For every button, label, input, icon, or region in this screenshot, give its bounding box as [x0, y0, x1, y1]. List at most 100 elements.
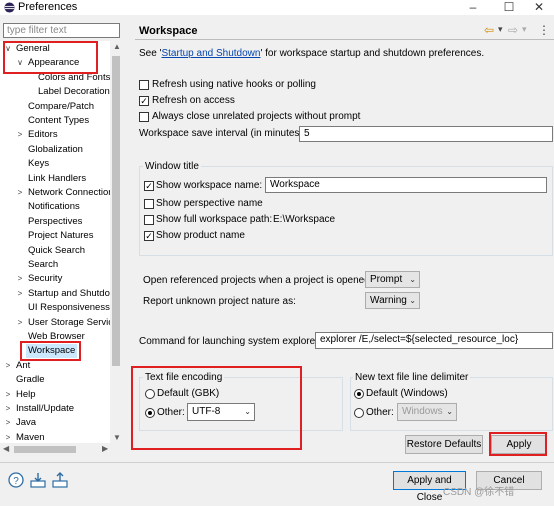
tree-item-label: Colors and Fonts	[38, 71, 111, 83]
show-path-checkbox[interactable]	[144, 215, 154, 225]
filter-input[interactable]: type filter text	[3, 23, 120, 38]
chevron-right-icon[interactable]: >	[16, 186, 24, 200]
delimiter-other-select[interactable]: Windows ⌄	[397, 403, 457, 421]
tree-item-label: Maven	[16, 431, 45, 443]
tree-item[interactable]: > User Storage Service	[0, 316, 122, 330]
tree-item[interactable]: Gradle	[0, 373, 122, 387]
show-path-label: Show full workspace path:	[156, 214, 273, 225]
refresh-hooks-checkbox[interactable]	[139, 80, 149, 90]
explorer-command-label: Command for launching system explorer:	[139, 336, 322, 347]
save-interval-input[interactable]: 5	[299, 126, 553, 142]
import-icon[interactable]	[30, 472, 46, 488]
chevron-right-icon[interactable]: >	[4, 359, 12, 373]
tree-item-label: Label Decorations	[38, 86, 115, 98]
back-menu-icon[interactable]: ▾	[498, 24, 503, 35]
save-interval-label: Workspace save interval (in minutes):	[139, 128, 306, 139]
tree-item[interactable]: Colors and Fonts	[0, 71, 122, 85]
apply-button[interactable]: Apply	[491, 435, 547, 454]
tree-item[interactable]: > Security	[0, 272, 122, 286]
chevron-down-icon[interactable]: ∨	[4, 42, 12, 56]
scroll-right-icon[interactable]: ▶	[102, 444, 108, 453]
workspace-name-input[interactable]: Workspace	[265, 177, 547, 193]
explorer-command-input[interactable]: explorer /E,/select=${selected_resource_…	[315, 332, 553, 349]
tree-hscroll-thumb[interactable]	[14, 446, 76, 453]
delimiter-default-label: Default (Windows)	[366, 388, 448, 399]
startup-shutdown-link[interactable]: Startup and Shutdown	[161, 48, 260, 59]
window-title: Preferences	[18, 1, 78, 13]
chevron-right-icon[interactable]: >	[4, 388, 12, 402]
chevron-right-icon[interactable]: >	[16, 316, 24, 330]
scroll-left-icon[interactable]: ◀	[3, 444, 9, 453]
tree-item[interactable]: ∨ General	[0, 42, 122, 56]
chevron-down-icon: ⌄	[446, 407, 453, 416]
tree-item-label: Startup and Shutdown	[28, 287, 122, 299]
minimize-button[interactable]: –	[458, 0, 488, 15]
help-icon[interactable]: ?	[8, 472, 24, 488]
back-arrow-icon[interactable]: ⇦	[484, 23, 494, 37]
close-unrelated-checkbox[interactable]	[139, 112, 149, 122]
chevron-down-icon[interactable]: ∨	[16, 56, 24, 70]
chevron-down-icon: ⌄	[409, 296, 416, 305]
chevron-right-icon[interactable]: >	[16, 128, 24, 142]
show-product-checkbox[interactable]: ✓	[144, 231, 154, 241]
tree-item[interactable]: UI Responsiveness	[0, 301, 122, 315]
line-delimiter-label: New text file line delimiter	[353, 372, 471, 383]
forward-menu-icon[interactable]: ▾	[522, 24, 527, 35]
tree-item-label: Keys	[28, 158, 50, 170]
delimiter-other-label: Other:	[366, 407, 394, 418]
show-perspective-checkbox[interactable]	[144, 199, 154, 209]
tree-item[interactable]: > Startup and Shutdown	[0, 287, 122, 301]
view-menu-icon[interactable]: ⋮	[538, 23, 550, 37]
tree-item[interactable]: Globalization	[0, 143, 122, 157]
chevron-right-icon[interactable]: >	[4, 402, 12, 416]
open-referenced-select[interactable]: Prompt ⌄	[365, 271, 420, 288]
show-workspace-name-checkbox[interactable]: ✓	[144, 181, 154, 191]
header-separator	[135, 39, 554, 40]
export-icon[interactable]	[52, 472, 68, 488]
chevron-right-icon[interactable]: >	[16, 272, 24, 286]
tree-item[interactable]: > Java	[0, 416, 122, 430]
tree-item-label: Gradle	[16, 374, 45, 386]
restore-defaults-button[interactable]: Restore Defaults	[405, 435, 483, 454]
tree-item[interactable]: Search	[0, 258, 122, 272]
scroll-up-icon[interactable]: ▲	[113, 42, 121, 51]
scroll-down-icon[interactable]: ▼	[113, 433, 121, 442]
chevron-right-icon[interactable]: >	[16, 287, 24, 301]
svg-text:?: ?	[13, 476, 19, 487]
tree-item-label: UI Responsiveness	[28, 302, 110, 314]
tree-item-label: Network Connections	[28, 187, 119, 198]
tree-item[interactable]: > Install/Update	[0, 402, 122, 416]
tree-item[interactable]: Project Natures	[0, 229, 122, 243]
unknown-nature-select[interactable]: Warning ⌄	[365, 292, 420, 309]
tree-item[interactable]: Content Types	[0, 114, 122, 128]
tree-item[interactable]: Quick Search	[0, 244, 122, 258]
tree-item[interactable]: Notifications	[0, 200, 122, 214]
encoding-default-radio[interactable]	[145, 389, 155, 399]
tree-item[interactable]: > Help	[0, 388, 122, 402]
tree-item[interactable]: Web Browser	[0, 330, 122, 344]
tree-item[interactable]: > Ant	[0, 359, 122, 373]
tree-item[interactable]: Perspectives	[0, 215, 122, 229]
encoding-other-radio[interactable]	[145, 408, 155, 418]
refresh-access-label: Refresh on access	[152, 95, 235, 106]
open-referenced-value: Prompt	[370, 274, 403, 285]
refresh-access-checkbox[interactable]: ✓	[139, 96, 149, 106]
chevron-right-icon[interactable]: >	[4, 431, 12, 443]
tree-item[interactable]: ∨ Appearance	[0, 56, 122, 70]
delimiter-other-radio[interactable]	[354, 408, 364, 418]
delimiter-default-radio[interactable]	[354, 389, 364, 399]
tree-item[interactable]: Label Decorations	[0, 85, 122, 99]
encoding-other-select[interactable]: UTF-8 ⌄	[187, 403, 255, 421]
tree-item[interactable]: Workspace	[0, 344, 122, 359]
forward-arrow-icon[interactable]: ⇨	[508, 23, 518, 37]
chevron-right-icon[interactable]: >	[4, 416, 12, 430]
tree-item[interactable]: > Editors	[0, 128, 122, 142]
tree-item[interactable]: Compare/Patch	[0, 100, 122, 114]
tree-scroll-thumb[interactable]	[112, 56, 120, 366]
tree-item[interactable]: > Maven	[0, 431, 122, 443]
tree-item[interactable]: Link Handlers	[0, 172, 122, 186]
tree-item[interactable]: > Network Connections	[0, 186, 122, 200]
maximize-button[interactable]: ☐	[494, 0, 524, 15]
close-button[interactable]: ✕	[524, 0, 554, 15]
tree-item[interactable]: Keys	[0, 157, 122, 171]
